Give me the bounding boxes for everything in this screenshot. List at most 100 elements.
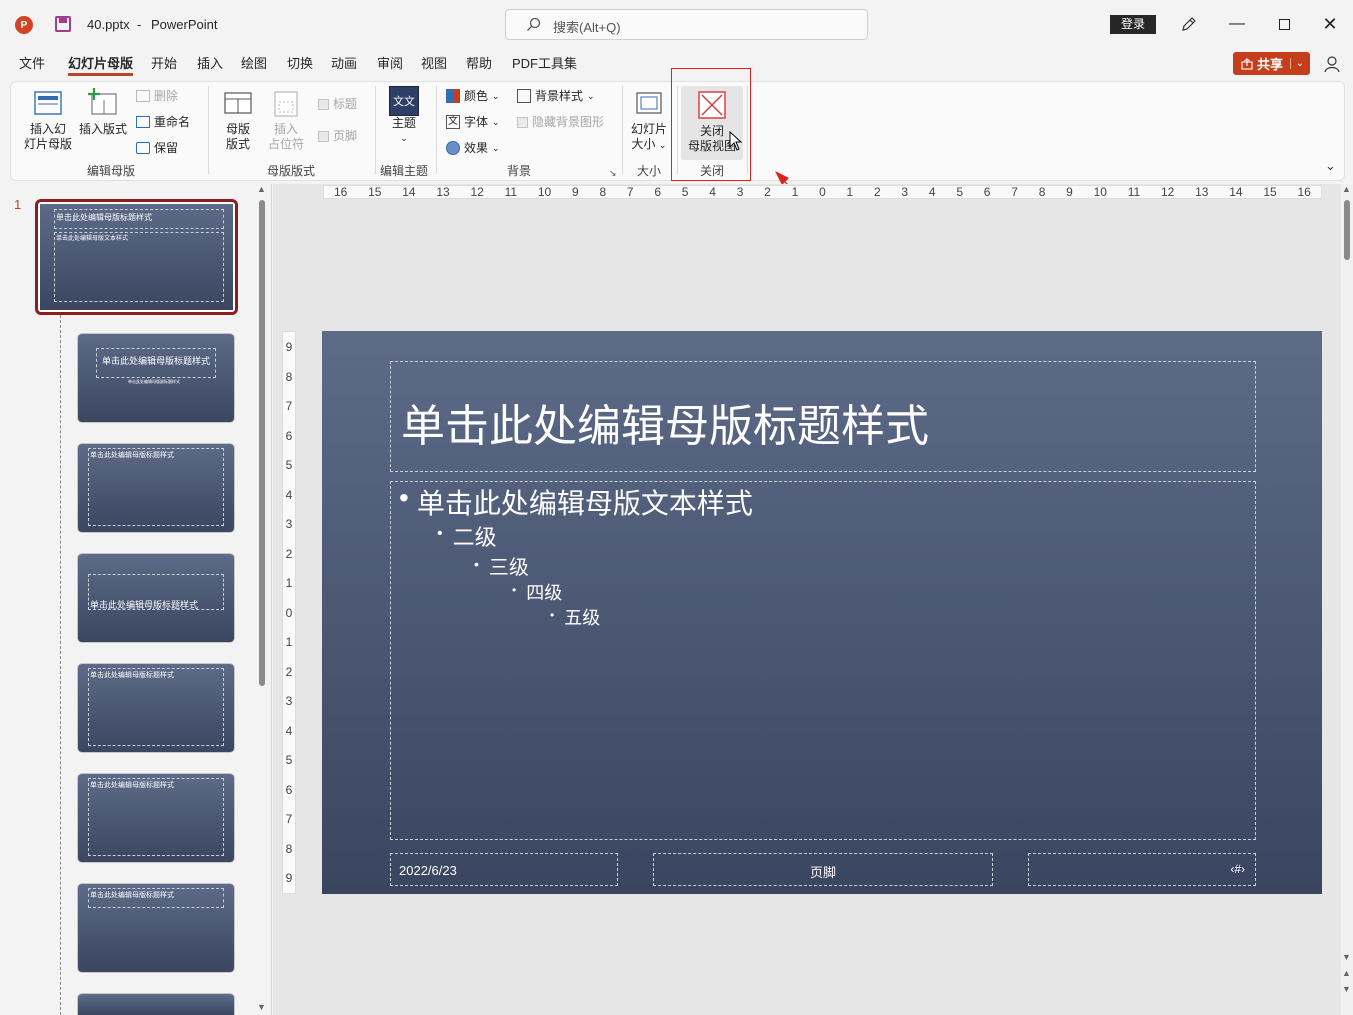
background-styles-dropdown[interactable]: 背景样式 ⌄	[517, 88, 595, 104]
group-separator	[436, 86, 437, 174]
rename-label: 重命名	[154, 115, 191, 129]
scroll-up-icon[interactable]: ▲	[257, 184, 266, 194]
tab-home[interactable]: 开始	[151, 54, 177, 76]
footer-checkbox[interactable]: 页脚	[318, 128, 357, 144]
layout-thumbnail-4[interactable]: 单击此处编辑母版标题样式	[78, 554, 234, 642]
next-slide-icon[interactable]: ▼	[1342, 984, 1351, 994]
date-placeholder[interactable]: 2022/6/23	[390, 853, 618, 886]
insert-slide-master-label-2: 灯片母版	[23, 137, 72, 151]
editor-scrollbar-thumb[interactable]	[1344, 200, 1350, 260]
slide-number-placeholder[interactable]: ‹#›	[1028, 853, 1256, 886]
login-label: 登录	[1120, 17, 1145, 31]
slide-size-label-2-text: 大小	[631, 137, 656, 151]
h-tick: 7	[626, 185, 634, 199]
close-window-button[interactable]: ✕	[1307, 0, 1353, 48]
login-button[interactable]: 登录	[1110, 15, 1156, 34]
master-layout-button[interactable]: 母版 版式	[216, 88, 260, 152]
title-separator: -	[137, 17, 142, 32]
tab-pdf-tools[interactable]: PDF工具集	[512, 54, 577, 76]
hide-background-label: 隐藏背景图形	[532, 115, 605, 129]
chevron-down-icon: ⌄	[400, 133, 408, 143]
minimize-button[interactable]: —	[1214, 0, 1260, 48]
bullet-icon: •	[437, 525, 443, 542]
tab-view[interactable]: 视图	[421, 54, 447, 76]
group-edit-theme-label: 编辑主题	[379, 164, 428, 178]
layout-thumbnail-2[interactable]: 单击此处编辑母版标题样式 单击此处编辑母版副标题样式	[78, 334, 234, 422]
layout-thumbnail-5[interactable]: 单击此处编辑母版标题样式	[78, 664, 234, 752]
insert-slide-master-label-1: 插入幻	[29, 122, 66, 136]
body-placeholder[interactable]: • 单击此处编辑母版文本样式 • 二级 • 三级 • 四级 • 五级	[390, 481, 1256, 840]
tab-file[interactable]: 文件	[19, 54, 45, 76]
v-tick: 1	[285, 635, 293, 649]
v-tick: 2	[285, 664, 293, 679]
tab-review[interactable]: 审阅	[377, 54, 403, 76]
pen-icon[interactable]	[1180, 15, 1198, 33]
footer-checkbox-label: 页脚	[333, 129, 358, 143]
maximize-button[interactable]	[1261, 0, 1307, 48]
layout-thumbnail-6[interactable]: 单击此处编辑母版标题样式	[78, 774, 234, 862]
insert-slide-master-button[interactable]: 插入幻 灯片母版	[19, 88, 77, 152]
h-tick: 11	[504, 185, 518, 199]
h-tick: 15	[1263, 185, 1277, 199]
tab-transitions[interactable]: 切换	[287, 54, 313, 76]
save-icon[interactable]	[55, 16, 71, 32]
layout-thumbnail-7[interactable]: 单击此处编辑母版标题样式	[78, 884, 234, 972]
comments-icon[interactable]	[1323, 55, 1343, 73]
colors-dropdown[interactable]: 颜色 ⌄	[446, 88, 500, 104]
hide-background-checkbox[interactable]: 隐藏背景图形	[517, 114, 604, 130]
bullet-level-4: • 四级	[512, 579, 562, 605]
themes-button[interactable]: 文文 主题 ⌄	[383, 86, 425, 146]
layout-thumbnail-8[interactable]	[78, 994, 234, 1015]
dialog-launcher-icon[interactable]: ↘	[609, 168, 617, 179]
tab-slide-master[interactable]: 幻灯片母版	[68, 54, 134, 76]
share-icon	[1241, 57, 1253, 70]
rename-button[interactable]: 重命名	[136, 114, 190, 130]
v-tick: 3	[285, 694, 293, 708]
slide-number: ‹#›	[1230, 862, 1245, 876]
master-slide-canvas[interactable]: 单击此处编辑母版标题样式 • 单击此处编辑母版文本样式 • 二级 • 三级 • 四级 •…	[322, 331, 1322, 894]
slide-title: 单击此处编辑母版标题样式	[401, 402, 929, 451]
h-tick: 9	[1066, 185, 1073, 199]
powerpoint-logo-icon: P	[15, 16, 33, 34]
search-box[interactable]: 搜索(Alt+Q)	[505, 9, 868, 40]
tab-animations[interactable]: 动画	[331, 54, 357, 76]
v-tick: 4	[285, 487, 293, 502]
insert-layout-button[interactable]: 插入版式	[77, 88, 129, 137]
insert-placeholder-button[interactable]: 插入 占位符	[263, 88, 309, 152]
colors-icon	[446, 89, 460, 103]
share-button[interactable]: 共享 ⌄	[1233, 52, 1310, 75]
h-tick: 8	[599, 185, 607, 199]
scroll-down-icon[interactable]: ▼	[1342, 952, 1351, 962]
scroll-up-icon[interactable]: ▲	[1342, 184, 1351, 194]
fonts-dropdown[interactable]: 文 字体 ⌄	[446, 114, 500, 130]
footer-placeholder[interactable]: 页脚	[653, 853, 993, 886]
master-layout-label-2: 版式	[225, 137, 250, 151]
h-tick: 13	[436, 185, 450, 199]
tab-insert[interactable]: 插入	[197, 54, 223, 76]
layout-thumbnail-3[interactable]: 单击此处编辑母版标题样式	[78, 444, 234, 532]
slide-footer: 页脚	[809, 865, 836, 880]
title-placeholder[interactable]: 单击此处编辑母版标题样式	[390, 361, 1256, 472]
thumbnail-scrollbar[interactable]: ▲ ▼	[254, 184, 270, 1015]
pin-icon	[136, 142, 150, 154]
title-checkbox[interactable]: 标题	[318, 96, 357, 112]
previous-slide-icon[interactable]: ▲	[1342, 968, 1351, 978]
effects-dropdown[interactable]: 效果 ⌄	[446, 140, 500, 156]
preserve-button[interactable]: 保留	[136, 140, 178, 156]
thumbnail-scrollbar-thumb[interactable]	[259, 200, 265, 686]
tab-draw[interactable]: 绘图	[241, 54, 267, 76]
group-separator	[208, 86, 209, 174]
themes-label: 主题	[391, 116, 416, 130]
h-tick: 2	[764, 185, 771, 199]
group-separator	[375, 86, 376, 174]
maximize-icon	[1278, 18, 1290, 30]
powerpoint-window: P 40.pptx - PowerPoint 搜索(Alt+Q) 登录 — ✕ …	[0, 0, 1353, 1015]
delete-button[interactable]: 删除	[136, 88, 178, 104]
tab-help[interactable]: 帮助	[466, 54, 492, 76]
master-thumbnail[interactable]: 单击此处编辑母版标题样式 单击此处编辑母版文本样式	[35, 199, 238, 315]
chevron-down-icon: ⌄	[492, 91, 500, 101]
scroll-down-icon[interactable]: ▼	[257, 1002, 266, 1012]
collapse-ribbon-icon[interactable]: ⌄	[1325, 158, 1336, 174]
slide-size-button[interactable]: 幻灯片 大小 ⌄	[626, 88, 672, 153]
editor-scrollbar[interactable]: ▲ ▼ ▲ ▼	[1341, 184, 1353, 1015]
